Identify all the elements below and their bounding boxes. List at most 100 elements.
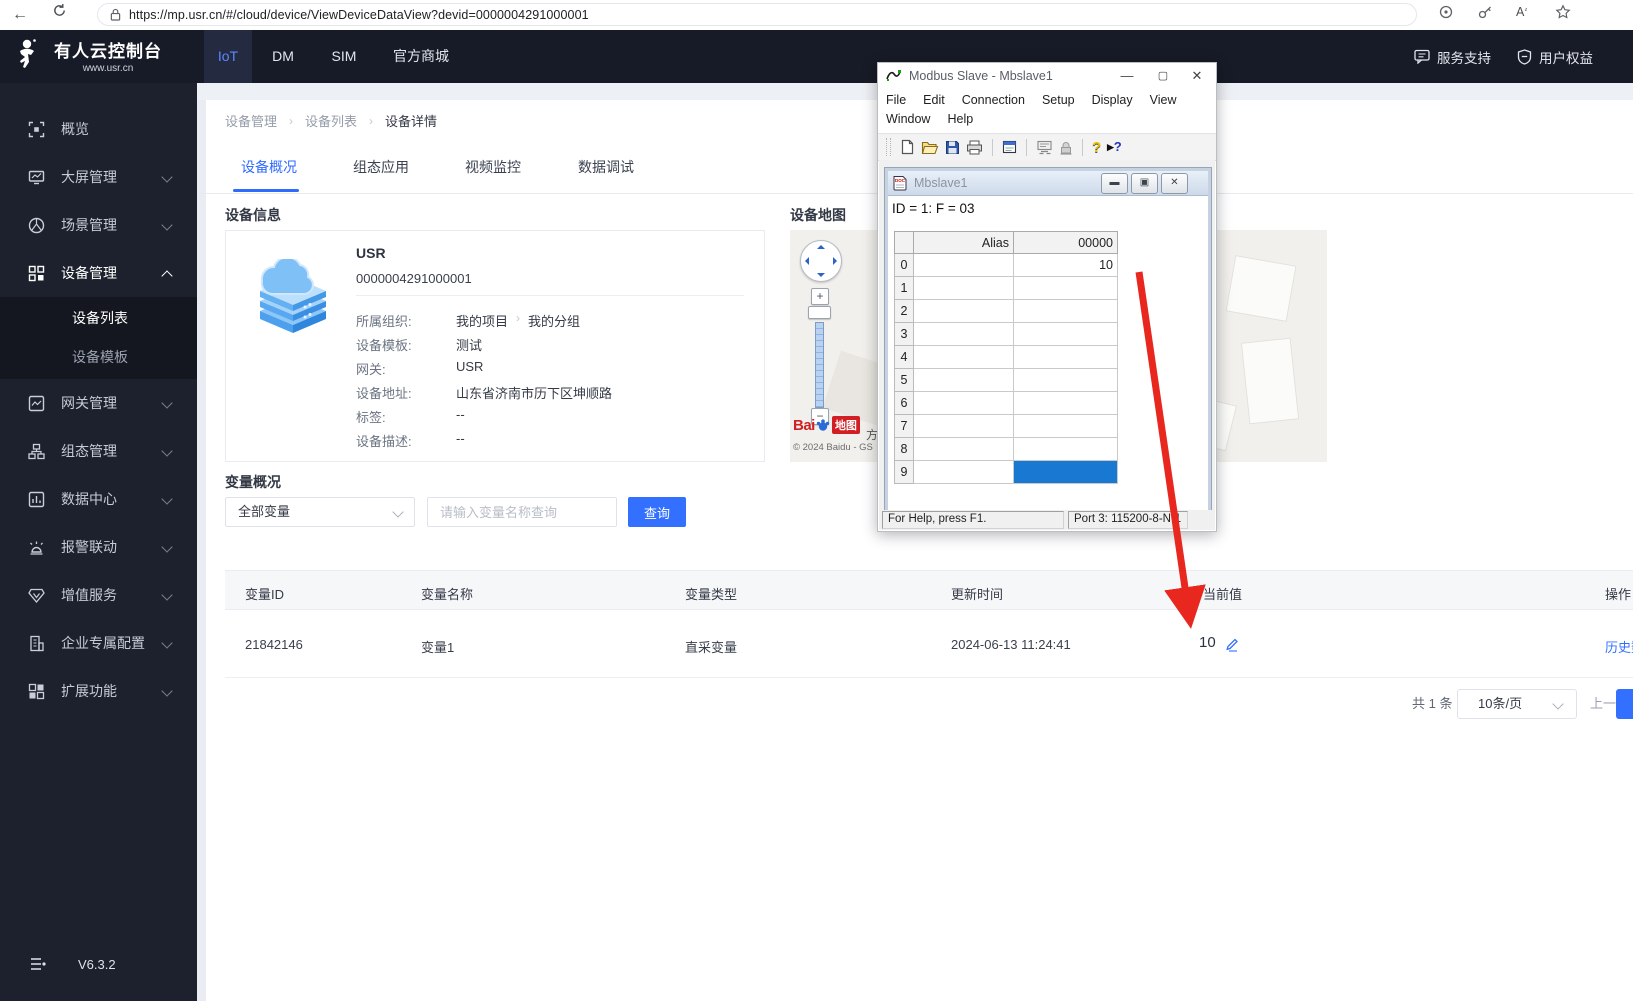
sidebar-item-device-mgmt[interactable]: 设备管理 <box>0 249 197 297</box>
tab-data-debug[interactable]: 数据调试 <box>578 157 634 177</box>
open-file-icon[interactable] <box>921 140 939 155</box>
modbus-row-header[interactable]: 0 <box>894 254 914 277</box>
sidebar-item-value-services[interactable]: 增值服务 <box>0 571 197 619</box>
nav-tab-dm[interactable]: DM <box>262 30 304 83</box>
tab-video-monitor[interactable]: 视频监控 <box>465 157 521 177</box>
menu-view[interactable]: View <box>1150 93 1177 107</box>
sidebar-item-screen-mgmt[interactable]: 大屏管理 <box>0 153 197 201</box>
print-icon[interactable] <box>966 140 983 155</box>
modbus-alias-cell[interactable] <box>914 277 1014 300</box>
pan-right-arrow[interactable] <box>833 257 837 265</box>
pan-up-arrow[interactable] <box>817 245 825 249</box>
map-zoom-handle[interactable] <box>808 306 831 319</box>
modbus-alias-cell[interactable] <box>914 438 1014 461</box>
location-icon[interactable] <box>1438 4 1454 20</box>
menu-window[interactable]: Window <box>886 112 930 126</box>
favorites-star-icon[interactable] <box>1555 4 1571 20</box>
sidebar-item-overview[interactable]: 概览 <box>0 105 197 153</box>
sidebar-item-enterprise-config[interactable]: 企业专属配置 <box>0 619 197 667</box>
new-file-icon[interactable] <box>900 139 915 155</box>
modbus-row-header[interactable]: 4 <box>894 346 914 369</box>
user-benefits-link[interactable]: 用户权益 <box>1517 47 1593 67</box>
map-pan-control[interactable] <box>800 240 842 282</box>
modbus-value-cell[interactable]: 10 <box>1014 254 1118 277</box>
sidebar-item-device-template[interactable]: 设备模板 <box>0 338 197 377</box>
edit-pencil-icon[interactable] <box>1225 636 1240 652</box>
modbus-row-header[interactable]: 8 <box>894 438 914 461</box>
pagination-page-size-select[interactable]: 10条/页 <box>1457 689 1577 719</box>
doc-restore-button[interactable]: ▣ <box>1131 173 1158 194</box>
mbslave1-title-bar[interactable]: DOC Mbslave1 ▬ ▣ ✕ <box>888 171 1208 196</box>
history-data-link[interactable]: 历史数据 <box>1605 637 1633 656</box>
version-icon[interactable] <box>30 957 46 971</box>
modbus-row-header[interactable]: 7 <box>894 415 914 438</box>
modbus-alias-cell[interactable] <box>914 300 1014 323</box>
map-zoom-track[interactable] <box>815 322 824 408</box>
grid-value-header[interactable]: 00000 <box>1014 231 1118 254</box>
modbus-row-header[interactable]: 1 <box>894 277 914 300</box>
modbus-value-cell[interactable] <box>1014 369 1118 392</box>
modbus-alias-cell[interactable] <box>914 392 1014 415</box>
minimize-button[interactable]: — <box>1110 63 1144 89</box>
menu-display[interactable]: Display <box>1092 93 1133 107</box>
grid-alias-header[interactable]: Alias <box>914 231 1014 254</box>
address-bar[interactable]: https://mp.usr.cn/#/cloud/device/ViewDev… <box>97 3 1417 26</box>
modbus-value-cell[interactable] <box>1014 277 1118 300</box>
support-link[interactable]: 服务支持 <box>1414 47 1491 67</box>
device-stack-icon[interactable] <box>1059 140 1073 155</box>
modbus-value-cell[interactable] <box>1014 415 1118 438</box>
modbus-value-cell[interactable] <box>1014 300 1118 323</box>
menu-setup[interactable]: Setup <box>1042 93 1075 107</box>
sidebar-item-data-center[interactable]: 数据中心 <box>0 475 197 523</box>
variable-filter-select[interactable]: 全部变量 <box>225 497 415 527</box>
sidebar-item-gateway-mgmt[interactable]: 网关管理 <box>0 379 197 427</box>
menu-help[interactable]: Help <box>947 112 973 126</box>
modbus-title-bar[interactable]: Modbus Slave - Mbslave1 — ▢ ✕ <box>878 63 1216 89</box>
modbus-row-header[interactable]: 9 <box>894 461 914 484</box>
tab-device-overview[interactable]: 设备概况 <box>241 157 297 177</box>
modbus-alias-cell[interactable] <box>914 461 1014 484</box>
read-aloud-icon[interactable]: A〞 <box>1516 5 1532 19</box>
sidebar-item-extensions[interactable]: 扩展功能 <box>0 667 197 715</box>
menu-edit[interactable]: Edit <box>923 93 945 107</box>
sidebar-item-alarm-linkage[interactable]: 报警联动 <box>0 523 197 571</box>
org-project[interactable]: 我的项目 <box>456 311 508 330</box>
map-zoom-in-button[interactable]: + <box>811 288 829 305</box>
nav-tab-mall[interactable]: 官方商城 <box>386 30 456 83</box>
modbus-value-cell[interactable] <box>1014 392 1118 415</box>
brand-logo[interactable]: 有人云控制台 www.usr.cn <box>14 37 162 74</box>
browser-refresh-button[interactable] <box>52 3 76 27</box>
modbus-row-header[interactable]: 6 <box>894 392 914 415</box>
variable-search-input[interactable] <box>427 497 617 527</box>
nav-tab-iot[interactable]: IoT <box>204 30 252 83</box>
modbus-alias-cell[interactable] <box>914 254 1014 277</box>
modbus-alias-cell[interactable] <box>914 323 1014 346</box>
query-button[interactable]: 查询 <box>628 497 686 527</box>
modbus-value-cell[interactable] <box>1014 438 1118 461</box>
context-help-icon[interactable]: ▸? <box>1107 139 1121 155</box>
browser-back-button[interactable]: ← <box>8 3 32 27</box>
doc-minimize-button[interactable]: ▬ <box>1101 173 1128 194</box>
maximize-button[interactable]: ▢ <box>1146 63 1180 89</box>
pan-left-arrow[interactable] <box>805 257 809 265</box>
sidebar-item-config-mgmt[interactable]: 组态管理 <box>0 427 197 475</box>
modbus-row-header[interactable]: 3 <box>894 323 914 346</box>
modbus-value-cell[interactable] <box>1014 323 1118 346</box>
modbus-value-cell[interactable] <box>1014 346 1118 369</box>
help-icon[interactable]: ? <box>1092 139 1101 156</box>
nav-tab-sim[interactable]: SIM <box>322 30 366 83</box>
modbus-value-cell[interactable] <box>1014 461 1118 484</box>
display-definition-icon[interactable] <box>1002 140 1017 154</box>
doc-close-button[interactable]: ✕ <box>1161 173 1188 194</box>
modbus-row-header[interactable]: 2 <box>894 300 914 323</box>
modbus-alias-cell[interactable] <box>914 346 1014 369</box>
close-button[interactable]: ✕ <box>1180 63 1214 89</box>
menu-connection[interactable]: Connection <box>962 93 1025 107</box>
sidebar-item-scene-mgmt[interactable]: 场景管理 <box>0 201 197 249</box>
modbus-row-header[interactable]: 5 <box>894 369 914 392</box>
password-key-icon[interactable] <box>1477 4 1493 20</box>
tab-config-app[interactable]: 组态应用 <box>353 157 409 177</box>
org-group[interactable]: 我的分组 <box>528 311 580 330</box>
breadcrumb-device-list[interactable]: 设备列表 <box>305 111 357 130</box>
comm-monitor-icon[interactable] <box>1036 140 1053 155</box>
